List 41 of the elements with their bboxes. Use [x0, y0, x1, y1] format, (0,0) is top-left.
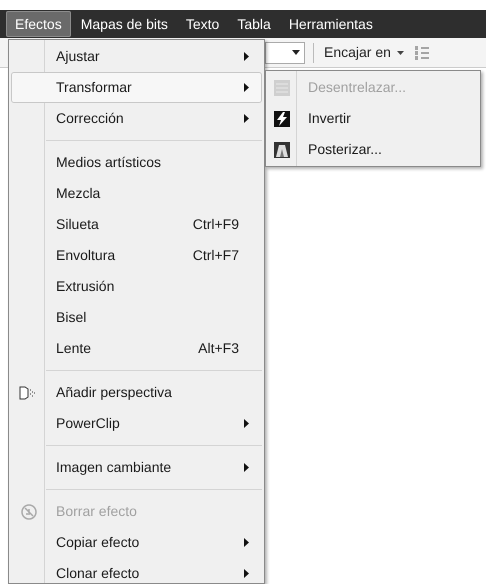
menu-bar-item[interactable]: Mapas de bits [72, 11, 176, 37]
caret-icon [396, 50, 404, 54]
menu-item[interactable]: Imagen cambiante [11, 452, 262, 483]
menu-item[interactable]: Copiar efecto [11, 527, 262, 558]
menu-item[interactable]: PowerClip [11, 408, 262, 439]
menu-item[interactable]: Medios artísticos [11, 147, 262, 178]
list-icon[interactable] [414, 44, 430, 60]
menu-item[interactable]: Clonar efecto [11, 558, 262, 583]
submenu-item[interactable]: Invertir [268, 103, 478, 134]
fit-button[interactable]: Encajar en [318, 42, 410, 64]
menu-item[interactable]: Envoltura Ctrl+F7 [11, 240, 262, 271]
posterize-icon [274, 142, 290, 158]
menu-item[interactable]: Bisel [11, 302, 262, 333]
shortcut-label: Ctrl+F7 [192, 246, 239, 265]
menu-item[interactable]: Transformar [11, 72, 262, 103]
menu-bar-item[interactable]: Herramientas [280, 11, 381, 37]
invert-icon [274, 110, 290, 126]
submenu-arrow-icon [244, 419, 249, 428]
menu-bar-item[interactable]: Efectos [6, 11, 71, 37]
menu-item[interactable]: Extrusión [11, 271, 262, 302]
submenu-arrow-icon [244, 52, 249, 61]
menu-item[interactable]: Mezcla [11, 178, 262, 209]
menu-bar-item[interactable]: Texto [178, 11, 228, 37]
clear-effect-icon [21, 504, 37, 520]
shortcut-label: Alt+F3 [198, 339, 239, 358]
submenu-item[interactable]: Posterizar... [268, 134, 478, 165]
submenu-arrow-icon [244, 569, 249, 578]
shortcut-label: Ctrl+F9 [192, 215, 239, 234]
deinterlace-icon [274, 80, 290, 96]
menu-item[interactable]: Ajustar [11, 41, 262, 72]
caret-icon [292, 50, 300, 55]
dropdown-field[interactable] [265, 42, 305, 64]
menu-item[interactable]: Añadir perspectiva [11, 377, 262, 408]
submenu-arrow-icon [244, 114, 249, 123]
menu-item[interactable]: Lente Alt+F3 [11, 333, 262, 364]
menu-item[interactable]: Silueta Ctrl+F9 [11, 209, 262, 240]
submenu-arrow-icon [244, 538, 249, 547]
menu-bar-item[interactable]: Tabla [229, 11, 279, 37]
submenu-arrow-icon [244, 463, 249, 472]
menu-item[interactable]: Corrección [11, 103, 262, 134]
submenu-arrow-icon [244, 83, 249, 92]
